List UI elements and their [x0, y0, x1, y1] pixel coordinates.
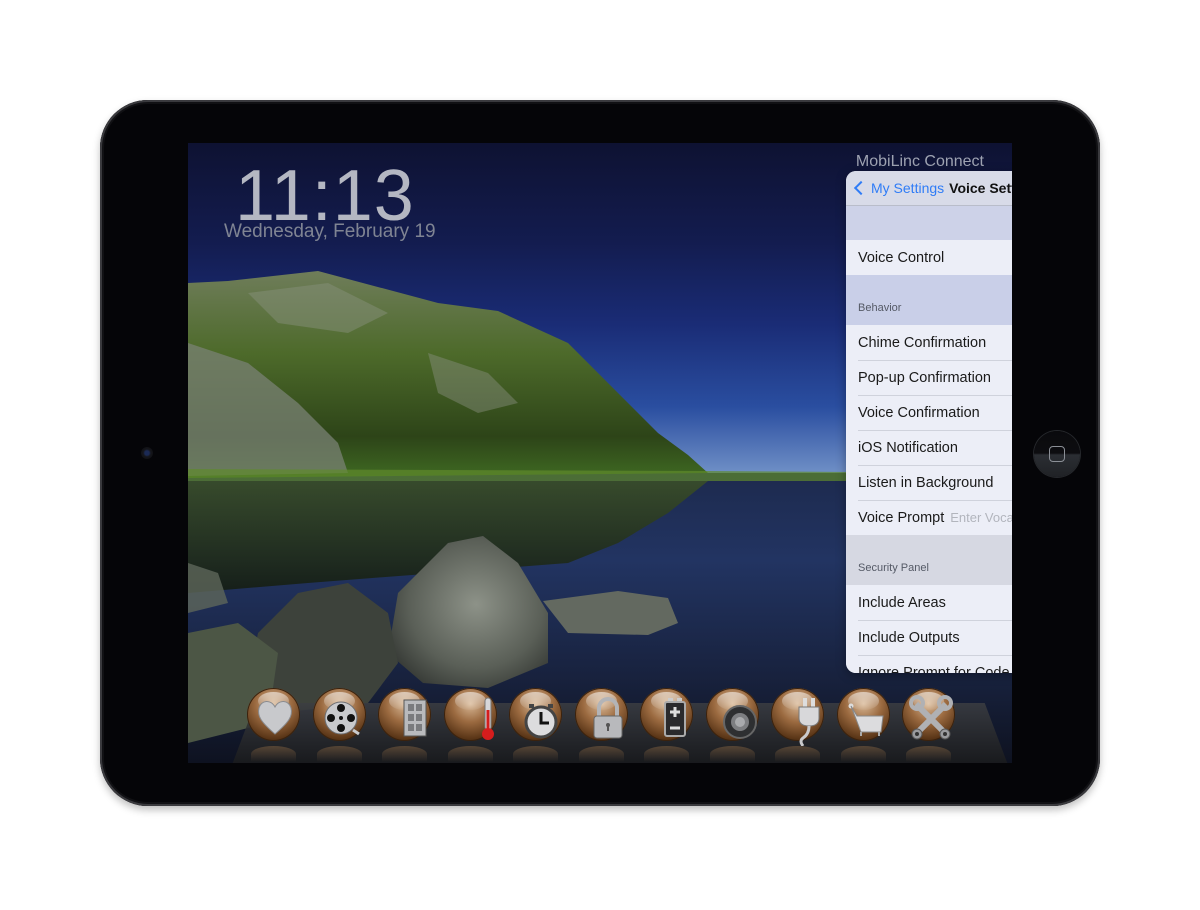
row-label: Listen in Background — [858, 474, 994, 491]
orb-reflection — [447, 746, 493, 762]
orb-reflection — [578, 746, 624, 762]
orb-reflection — [513, 746, 558, 762]
orb-reflection — [382, 746, 427, 762]
popover-title: Voice Settings — [949, 180, 1012, 196]
dock-item-sensors[interactable] — [704, 684, 761, 763]
row-label: Voice Control — [858, 249, 945, 266]
home-button[interactable] — [1034, 431, 1080, 477]
row-label: Ignore Prompt for Code — [858, 664, 1010, 674]
plug-icon — [798, 698, 820, 746]
ipad-frame: 11:13 Wednesday, February 19 MobiLinc Co… — [100, 100, 1100, 806]
row-include-areas: Include Areas — [846, 585, 1012, 620]
row-voice-confirmation: Voice Confirmation — [846, 395, 1012, 430]
popover-nav-bar: My Settings Voice Settings — [846, 171, 1012, 206]
back-button[interactable]: My Settings — [871, 180, 944, 196]
orb-reflection — [709, 746, 755, 762]
row-chime-confirmation: Chime Confirmation — [846, 325, 1012, 360]
row-voice-control: Voice Control — [846, 240, 1012, 275]
row-label: Voice Prompt — [858, 509, 945, 526]
section-spacer — [846, 206, 1012, 240]
row-voice-prompt: Voice Prompt — [846, 500, 1012, 535]
dock-item-favorites[interactable] — [245, 684, 302, 763]
shopping-cart-icon — [848, 703, 884, 736]
wrench-screwdriver-icon — [909, 695, 953, 740]
orb-reflection — [316, 746, 362, 762]
back-chevron-icon[interactable] — [853, 180, 869, 196]
row-label: Chime Confirmation — [858, 334, 987, 351]
row-ignore-prompt-for-code: Ignore Prompt for Code — [846, 655, 1012, 673]
orb-reflection — [906, 746, 951, 762]
film-reel-icon — [324, 701, 360, 736]
voice-settings-popover: My Settings Voice Settings Voice Control… — [846, 171, 1012, 673]
row-label: iOS Notification — [858, 439, 958, 456]
row-listen-in-background: Listen in Background — [846, 465, 1012, 500]
row-label: Include Areas — [858, 594, 946, 611]
screen: 11:13 Wednesday, February 19 MobiLinc Co… — [188, 143, 1012, 763]
voice-prompt-input[interactable] — [950, 510, 1012, 525]
row-label: Pop-up Confirmation — [858, 369, 991, 386]
app-title: MobiLinc Connect — [855, 153, 984, 170]
dock-item-devices[interactable] — [376, 684, 433, 763]
battery-icon — [664, 698, 686, 737]
lock-clock-date: Wednesday, February 19 — [224, 221, 436, 242]
dock-item-settings[interactable] — [900, 684, 957, 763]
row-label: Include Outputs — [858, 629, 960, 646]
orb-reflection — [251, 746, 296, 762]
dock-item-schedules[interactable] — [507, 684, 564, 763]
padlock-icon — [593, 697, 622, 739]
heart-icon — [258, 701, 292, 735]
orb-reflection — [840, 746, 886, 762]
timer-clock-icon — [524, 704, 558, 739]
thermometer-icon — [481, 697, 494, 740]
dock-item-shopping[interactable] — [835, 684, 892, 763]
row-ios-notification: iOS Notification — [846, 430, 1012, 465]
row-label: Voice Confirmation — [858, 404, 980, 421]
dock-item-power[interactable] — [769, 684, 826, 763]
dock-item-scenes[interactable] — [311, 684, 368, 763]
speaker-ring-icon — [722, 705, 757, 739]
home-square-icon — [1049, 446, 1065, 462]
dock-item-security[interactable] — [573, 684, 630, 763]
front-camera — [141, 447, 153, 459]
row-include-outputs: Include Outputs — [846, 620, 1012, 655]
orb-reflection — [644, 746, 689, 762]
section-header-behavior: Behavior — [846, 275, 1012, 325]
dock — [245, 684, 957, 763]
row-popup-confirmation: Pop-up Confirmation — [846, 360, 1012, 395]
dock-item-energy[interactable] — [638, 684, 695, 763]
section-header-security-panel: Security Panel — [846, 535, 1012, 585]
dock-item-thermostats[interactable] — [442, 684, 499, 763]
door-panel-icon — [403, 699, 427, 737]
orb-reflection — [775, 746, 820, 762]
